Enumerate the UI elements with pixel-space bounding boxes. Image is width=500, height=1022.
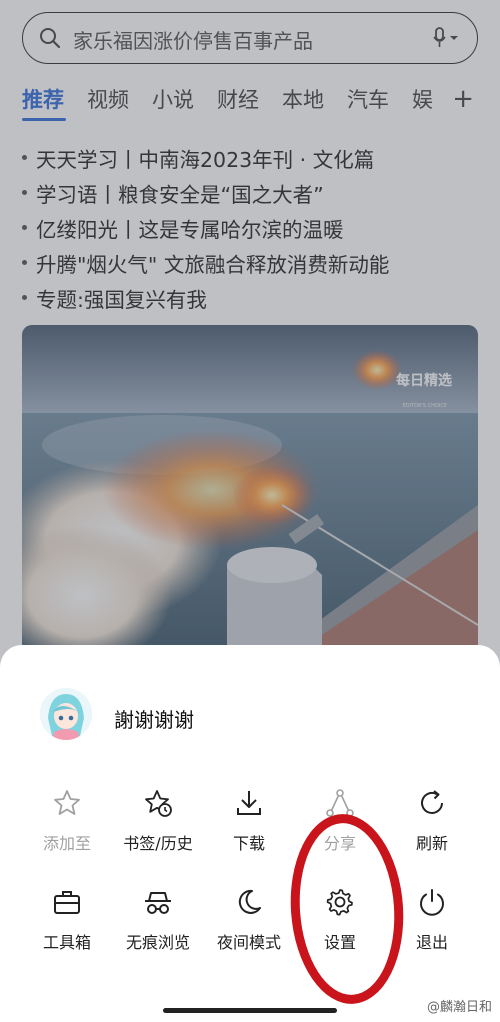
toolbox-icon <box>54 891 80 914</box>
add-to-button[interactable]: 添加至 <box>19 788 115 862</box>
watermark: @麟瀚日和 <box>426 1000 492 1015</box>
home-indicator-bar[interactable] <box>163 1008 337 1013</box>
incognito-icon <box>145 892 171 914</box>
anime-avatar-image <box>40 688 92 740</box>
username[interactable]: 謝谢谢谢 <box>114 704 194 733</box>
toolbox-button[interactable]: 工具箱 <box>19 887 115 961</box>
moon-icon <box>238 889 261 914</box>
refresh-icon <box>421 790 443 814</box>
incognito-browsing-button[interactable]: 无痕浏览 <box>110 887 206 961</box>
star-clock-icon <box>145 790 172 817</box>
refresh-button[interactable]: 刷新 <box>384 788 480 862</box>
power-icon <box>420 889 444 916</box>
download-icon <box>237 791 261 815</box>
bookmarks-history-button[interactable]: 书签/历史 <box>110 788 206 862</box>
star-outline-icon <box>54 790 80 815</box>
night-mode-button[interactable]: 夜间模式 <box>201 887 297 961</box>
avatar[interactable] <box>40 688 92 740</box>
download-button[interactable]: 下载 <box>201 788 297 862</box>
